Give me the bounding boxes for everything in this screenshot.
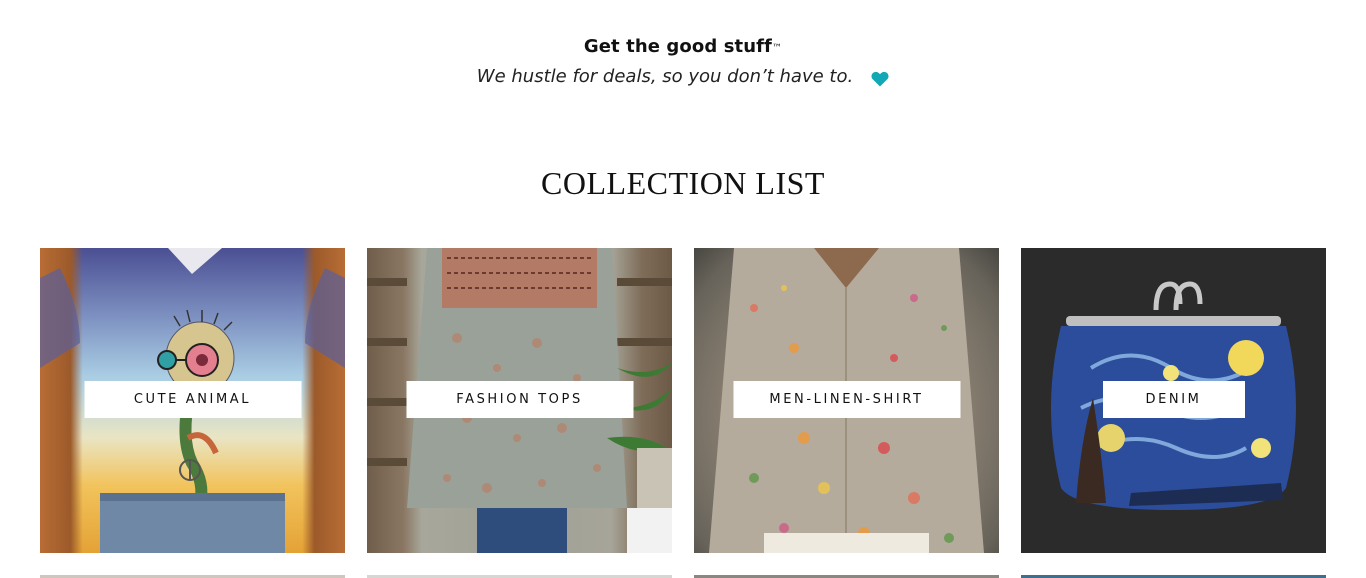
- collection-card-cute-animal[interactable]: CUTE ANIMAL: [40, 248, 345, 553]
- collection-label[interactable]: FASHION TOPS: [406, 381, 633, 418]
- collection-list-heading: COLLECTION LIST: [541, 165, 825, 201]
- promo-banner: Get the good stuff™ We hustle for deals,…: [0, 34, 1366, 90]
- collection-label[interactable]: DENIM: [1102, 381, 1245, 418]
- collection-card-denim[interactable]: DENIM: [1021, 248, 1326, 553]
- trademark-symbol: ™: [772, 43, 783, 54]
- collection-label[interactable]: MEN-LINEN-SHIRT: [733, 381, 960, 418]
- promo-title: Get the good stuff™: [0, 34, 1366, 60]
- promo-title-text: Get the good stuff: [583, 36, 772, 57]
- collection-card-men-linen-shirt[interactable]: MEN-LINEN-SHIRT: [694, 248, 999, 553]
- collection-grid: CUTE ANIMAL FASHION TOPS MEN-LINEN-SHIRT…: [40, 248, 1326, 553]
- collection-label[interactable]: CUTE ANIMAL: [84, 381, 301, 418]
- promo-subtitle-text: We hustle for deals, so you don’t have t…: [476, 66, 854, 87]
- collection-card-fashion-tops[interactable]: FASHION TOPS: [367, 248, 672, 553]
- heart-icon: [871, 69, 889, 87]
- promo-subtitle: We hustle for deals, so you don’t have t…: [477, 64, 889, 90]
